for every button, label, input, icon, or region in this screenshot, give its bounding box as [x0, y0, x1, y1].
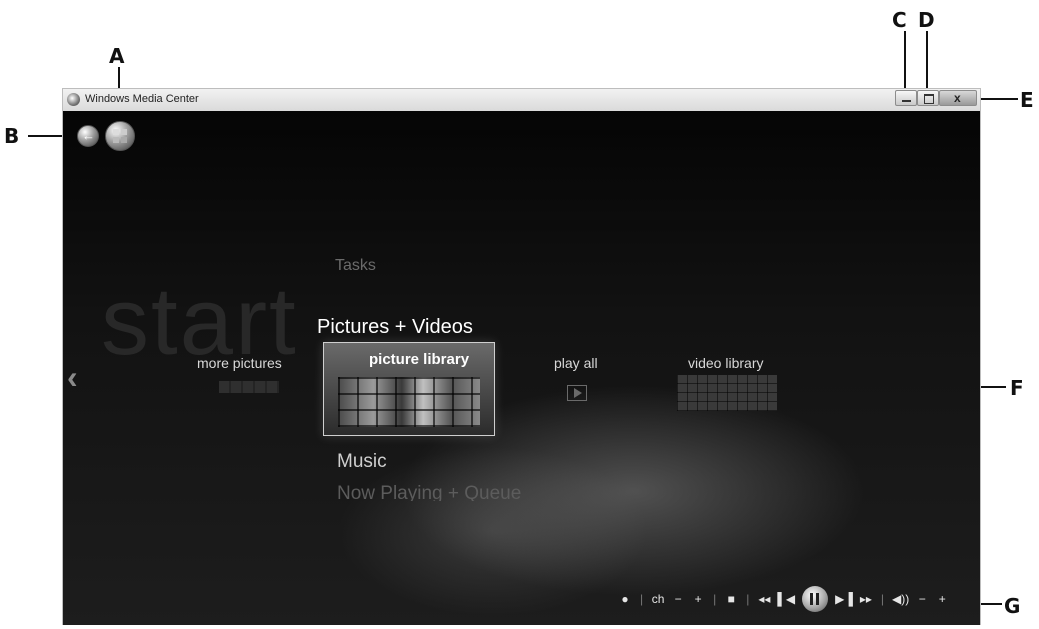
- back-button[interactable]: ←: [77, 125, 99, 147]
- tile-picture-library[interactable]: picture library: [323, 342, 495, 436]
- channel-down-button[interactable]: −: [671, 592, 685, 606]
- media-center-content: ← start Tasks Pictures + Videos ‹ more p…: [63, 111, 980, 625]
- mute-button[interactable]: ◀)): [892, 592, 909, 606]
- picture-library-label: picture library: [369, 351, 470, 368]
- tile-play-all[interactable]: play all: [554, 355, 598, 371]
- more-pictures-thumbnail[interactable]: [219, 381, 279, 393]
- callout-c: C: [892, 8, 907, 32]
- callout-g: G: [1004, 594, 1021, 618]
- leader-c: [904, 31, 906, 93]
- callout-b: B: [4, 124, 20, 148]
- maximize-button[interactable]: [917, 90, 939, 106]
- close-button[interactable]: x: [939, 90, 977, 106]
- menu-item-now-playing[interactable]: Now Playing + Queue: [337, 483, 521, 501]
- menu-item-tasks[interactable]: Tasks: [335, 257, 376, 275]
- channel-up-button[interactable]: +: [691, 592, 705, 606]
- title-bar[interactable]: Windows Media Center x: [63, 89, 980, 112]
- picture-library-thumbnails: [338, 377, 480, 427]
- leader-d: [926, 31, 928, 93]
- menu-item-pictures-videos[interactable]: Pictures + Videos: [317, 316, 473, 339]
- callout-d: D: [918, 8, 935, 32]
- callout-e: E: [1020, 88, 1034, 112]
- previous-button[interactable]: ▌◀: [777, 592, 795, 606]
- fast-forward-button[interactable]: ▸▸: [859, 592, 873, 606]
- media-center-window: Windows Media Center x ← start Tasks Pic…: [62, 88, 981, 625]
- pause-button[interactable]: [802, 586, 829, 612]
- separator: |: [746, 592, 750, 606]
- tile-more-pictures[interactable]: more pictures: [197, 355, 282, 371]
- back-arrow-icon: ←: [82, 128, 95, 143]
- channel-label: ch: [651, 592, 665, 606]
- volume-up-button[interactable]: +: [935, 592, 949, 606]
- pause-icon: [810, 593, 814, 605]
- menu-item-music[interactable]: Music: [337, 451, 387, 473]
- windows-start-icon: [113, 129, 127, 143]
- window-title: Windows Media Center: [85, 93, 199, 105]
- close-icon: x: [954, 91, 961, 105]
- callout-f: F: [1010, 376, 1024, 400]
- play-icon[interactable]: [567, 385, 587, 401]
- separator: |: [640, 592, 644, 606]
- scroll-left-button[interactable]: ‹: [67, 359, 78, 396]
- callout-a: A: [109, 44, 125, 68]
- volume-down-button[interactable]: −: [915, 592, 929, 606]
- stop-button[interactable]: ■: [724, 592, 738, 606]
- record-button[interactable]: ●: [618, 592, 632, 606]
- media-center-app-icon: [67, 93, 80, 106]
- video-library-thumbnail[interactable]: [677, 375, 777, 411]
- separator: |: [880, 592, 884, 606]
- transport-controls: ● | ch − + | ■ | ◂◂ ▌◀ ▶▐ ▸▸ | ◀)) − +: [615, 586, 952, 612]
- minimize-button[interactable]: [895, 90, 917, 106]
- rewind-button[interactable]: ◂◂: [757, 592, 771, 606]
- maximize-icon: [924, 94, 934, 104]
- start-button[interactable]: [105, 121, 135, 151]
- separator: |: [713, 592, 717, 606]
- tile-video-library[interactable]: video library: [688, 355, 763, 371]
- minimize-icon: [902, 100, 911, 102]
- next-button[interactable]: ▶▐: [835, 592, 853, 606]
